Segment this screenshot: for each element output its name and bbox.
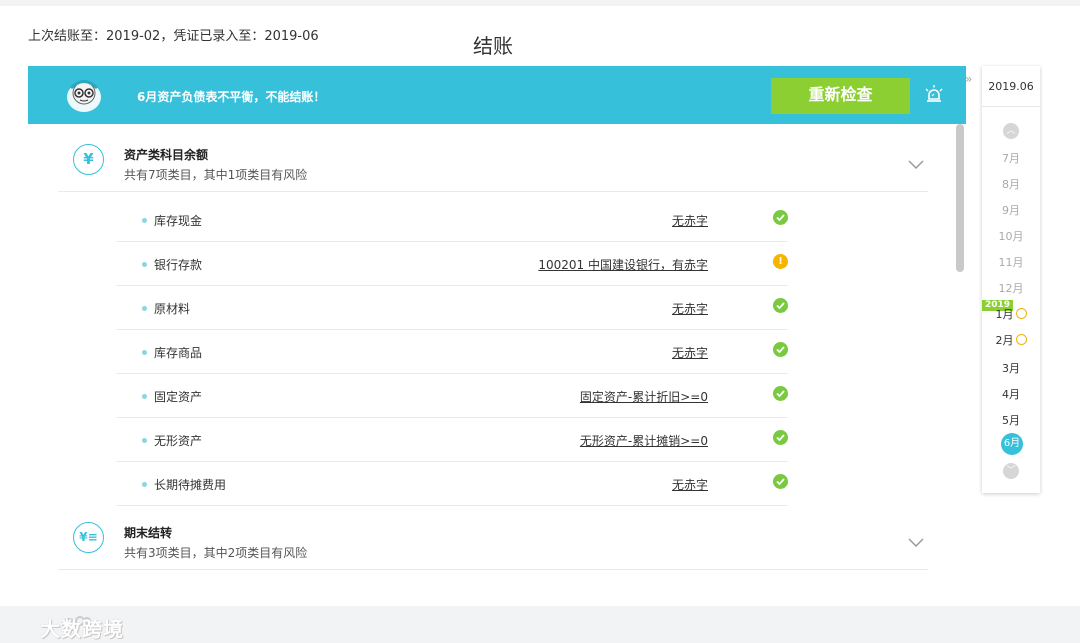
item-status-link[interactable]: 无形资产-累计摊销>=0 (580, 432, 708, 449)
item-name: 固定资产 (154, 390, 203, 404)
month-item[interactable]: 5月 (982, 412, 1040, 428)
bullet-icon (142, 394, 147, 399)
item-status-link[interactable]: 无赤字 (672, 476, 708, 493)
watermark-text: 大数跨境 (40, 617, 124, 641)
item-name: 长期待摊费用 (154, 478, 227, 492)
bullet-icon (142, 218, 147, 223)
item-status-link[interactable]: 无赤字 (672, 212, 708, 229)
period-panel: 2019.06 ︿ 7月 8月 9月 10月 11月 12月 2019 1月 2… (982, 66, 1040, 493)
check-circle-icon (773, 210, 788, 225)
current-period: 2019.06 (988, 80, 1034, 93)
list-item: 无形资产 无形资产-累计摊销>=0 (116, 418, 788, 462)
month-item[interactable]: 10月 (982, 228, 1040, 244)
warning-icon: ! (773, 254, 788, 269)
chevron-up-icon[interactable]: ︿ (1003, 123, 1019, 139)
item-status-link[interactable]: 无赤字 (672, 344, 708, 361)
bullet-icon (142, 438, 147, 443)
lightbulb-icon[interactable] (923, 84, 945, 106)
list-item: 原材料 无赤字 (116, 286, 788, 330)
banner-message: 6月资产负债表不平衡，不能结账！ (137, 90, 326, 104)
check-circle-icon (773, 430, 788, 445)
item-name: 库存商品 (154, 346, 203, 360)
month-item[interactable]: 7月 (982, 150, 1040, 166)
recheck-button[interactable]: 重新检查 (771, 78, 910, 114)
bullet-icon (142, 306, 147, 311)
month-label: 1月 (995, 308, 1014, 321)
month-item[interactable]: 4月 (982, 386, 1040, 402)
alert-banner: 6月资产负债表不平衡，不能结账！ 重新检查 (28, 66, 966, 124)
bullet-icon (142, 482, 147, 487)
list-item: 银行存款 100201 中国建设银行，有赤字 ! (116, 242, 788, 286)
list-item: 长期待摊费用 无赤字 (116, 462, 788, 506)
last-close-info: 上次结账至：2019-02，凭证已录入至：2019-06 (28, 29, 319, 44)
item-status-link[interactable]: 100201 中国建设银行，有赤字 (538, 256, 708, 273)
check-circle-icon (773, 298, 788, 313)
check-circle-icon (773, 474, 788, 489)
month-label: 2月 (995, 334, 1014, 347)
month-item[interactable]: 1月 (982, 306, 1040, 322)
scrollbar[interactable] (956, 124, 964, 272)
bullet-icon (142, 350, 147, 355)
section-asset-balance[interactable]: ¥ 资产类科目余额 共有7项类目，其中1项类目有风险 (58, 124, 928, 192)
month-item[interactable]: 3月 (982, 360, 1040, 376)
chevron-down-icon[interactable]: ﹀ (1003, 463, 1019, 479)
month-item[interactable]: 8月 (982, 176, 1040, 192)
chevron-down-icon[interactable] (908, 156, 924, 172)
list-item: 固定资产 固定资产-累计折旧>=0 (116, 374, 788, 418)
collapse-panel-icon[interactable]: » (965, 72, 972, 86)
item-name: 银行存款 (154, 258, 203, 272)
list-item: 库存商品 无赤字 (116, 330, 788, 374)
item-status-link[interactable]: 无赤字 (672, 300, 708, 317)
section-title: 期末结转 (124, 526, 173, 540)
check-circle-icon (773, 386, 788, 401)
check-circle-icon (773, 342, 788, 357)
section-period-end-transfer[interactable]: ¥≡ 期末结转 共有3项类目，其中2项类目有风险 (58, 502, 928, 570)
check-circle-icon (1015, 308, 1027, 319)
item-name: 无形资产 (154, 434, 203, 448)
month-item[interactable]: 9月 (982, 202, 1040, 218)
item-name: 原材料 (154, 302, 191, 316)
list-item: 库存现金 无赤字 (116, 198, 788, 242)
section-subtitle: 共有3项类目，其中2项类目有风险 (124, 546, 308, 560)
ledger-icon: ¥≡ (73, 522, 104, 553)
check-list: ¥ 资产类科目余额 共有7项类目，其中1项类目有风险 库存现金 无赤字 银行存款… (28, 124, 966, 590)
check-circle-icon (1015, 334, 1027, 345)
yen-icon: ¥ (73, 144, 104, 175)
item-name: 库存现金 (154, 214, 203, 228)
section-title: 资产类科目余额 (124, 148, 209, 162)
mascot-icon (67, 80, 101, 112)
month-item[interactable]: 12月 (982, 280, 1040, 296)
month-item[interactable]: 2月 (982, 332, 1040, 348)
page-title: 结账 (473, 34, 513, 58)
month-item[interactable]: 11月 (982, 254, 1040, 270)
item-status-link[interactable]: 固定资产-累计折旧>=0 (580, 388, 708, 405)
month-item-selected[interactable]: 6月 (1001, 433, 1023, 455)
divider (982, 106, 1040, 107)
section-subtitle: 共有7项类目，其中1项类目有风险 (124, 168, 308, 182)
bullet-icon (142, 262, 147, 267)
chevron-down-icon[interactable] (908, 534, 924, 550)
